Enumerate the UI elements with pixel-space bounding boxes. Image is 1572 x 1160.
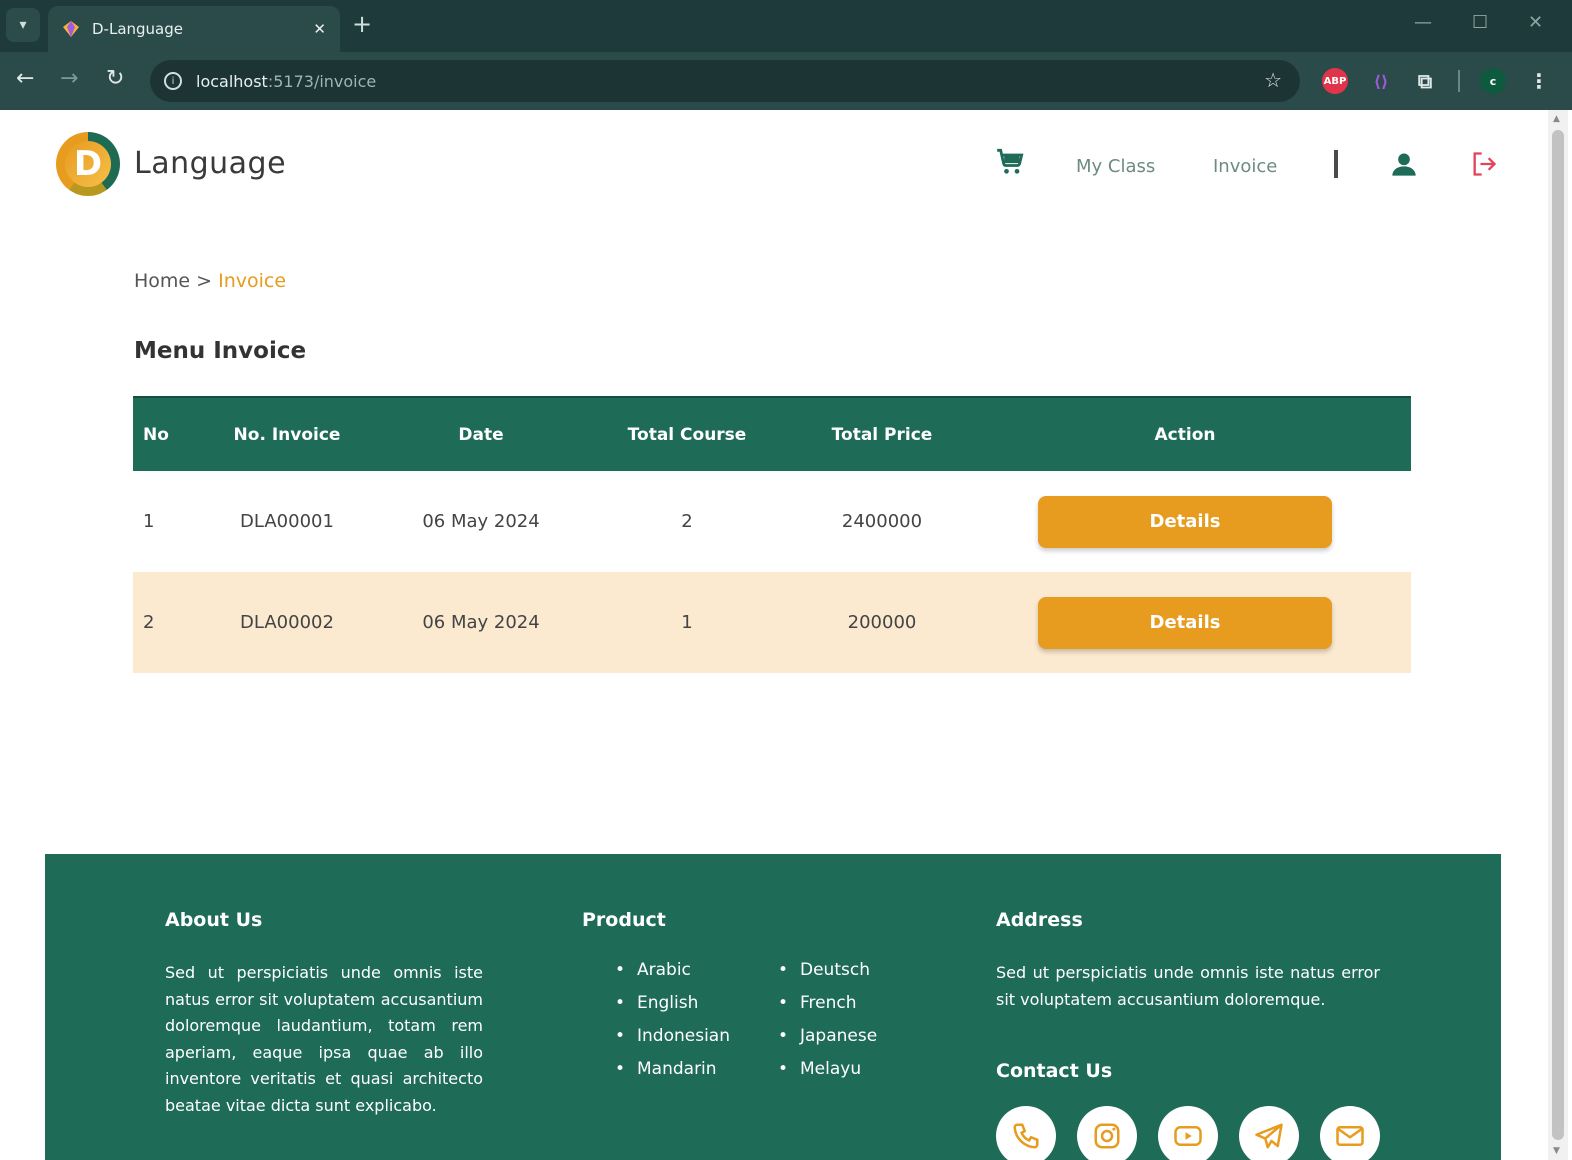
footer-address-title: Address	[996, 909, 1083, 931]
page-viewport: D Language My Class Invoice Home > Invoi…	[0, 110, 1548, 1160]
browser-tab[interactable]: D-Language ✕	[48, 6, 340, 52]
logo-text[interactable]: Language	[134, 146, 286, 181]
product-item[interactable]: Arabic	[615, 954, 730, 987]
breadcrumb-separator: >	[190, 270, 219, 292]
chevron-down-icon: ▾	[19, 17, 27, 33]
phone-icon	[1013, 1123, 1039, 1149]
header-total-course: Total Course	[569, 396, 805, 471]
scroll-up-icon[interactable]: ▲	[1553, 114, 1560, 124]
details-button[interactable]: Details	[1038, 495, 1332, 548]
product-item[interactable]: Indonesian	[615, 1020, 730, 1053]
nav-divider	[1334, 150, 1338, 178]
devtools-extension-icon[interactable]: ⟨⟩	[1368, 68, 1394, 94]
cell-total-course: 1	[569, 572, 805, 673]
cell-action: Details	[959, 572, 1411, 673]
back-arrow-icon[interactable]: ←	[16, 66, 34, 91]
cell-no: 2	[133, 572, 181, 673]
footer-contact-title: Contact Us	[996, 1060, 1113, 1082]
url-path: :5173/invoice	[267, 71, 377, 91]
footer-about-title: About Us	[165, 909, 263, 931]
cell-action: Details	[959, 471, 1411, 572]
product-item[interactable]: Mandarin	[615, 1053, 730, 1086]
site-info-icon[interactable]: i	[164, 72, 182, 90]
reload-icon[interactable]: ↻	[106, 66, 124, 91]
youtube-button[interactable]	[1158, 1106, 1218, 1160]
browser-tab-bar: ▾ D-Language ✕ + — ☐ ✕	[0, 0, 1572, 52]
new-tab-button[interactable]: +	[352, 10, 372, 38]
extensions-puzzle-icon[interactable]: ⧉	[1412, 68, 1438, 94]
profile-avatar[interactable]: c	[1480, 68, 1506, 94]
address-bar[interactable]: i localhost :5173/invoice ☆	[150, 60, 1300, 102]
telegram-icon	[1255, 1123, 1283, 1149]
cell-date: 06 May 2024	[393, 572, 569, 673]
cell-invoice: DLA00002	[181, 572, 393, 673]
close-window-icon[interactable]: ✕	[1528, 12, 1543, 33]
toolbar-divider	[1458, 70, 1460, 92]
footer-product-title: Product	[582, 909, 666, 931]
logout-icon[interactable]	[1470, 150, 1498, 178]
cell-no: 1	[143, 511, 155, 532]
minimize-icon[interactable]: —	[1414, 12, 1432, 33]
cell-date: 06 May 2024	[422, 511, 540, 532]
product-list-left: Arabic English Indonesian Mandarin	[615, 954, 730, 1086]
nav-invoice[interactable]: Invoice	[1213, 156, 1277, 177]
youtube-icon	[1174, 1126, 1202, 1146]
cell-total-course: 2	[681, 511, 693, 532]
product-list-right: Deutsch French Japanese Melayu	[778, 954, 877, 1086]
forward-arrow-icon[interactable]: →	[60, 66, 78, 91]
details-button[interactable]: Details	[1038, 596, 1332, 649]
telegram-button[interactable]	[1239, 1106, 1299, 1160]
cell-total-price: 2400000	[841, 511, 923, 532]
cell-invoice: DLA00001	[240, 511, 334, 532]
browser-toolbar: ← → ↻ i localhost :5173/invoice ☆ ABP ⟨⟩…	[0, 52, 1572, 110]
email-button[interactable]	[1320, 1106, 1380, 1160]
invoice-table: No No. Invoice Date Total Course Total P…	[133, 396, 1411, 673]
table-row: 2 DLA00002 06 May 2024 1 200000 Details	[133, 572, 1411, 673]
cart-icon[interactable]	[996, 148, 1024, 176]
more-menu-icon[interactable]: ⋮	[1526, 68, 1552, 94]
footer-about-text: Sed ut perspiciatis unde omnis iste natu…	[165, 963, 483, 1115]
product-item[interactable]: Deutsch	[778, 954, 877, 987]
logo-letter: D	[65, 141, 111, 187]
cell-total-price: 200000	[805, 572, 959, 673]
table-header-row: No No. Invoice Date Total Course Total P…	[133, 396, 1411, 471]
phone-button[interactable]	[996, 1106, 1056, 1160]
email-icon	[1336, 1126, 1364, 1146]
footer-address-text: Sed ut perspiciatis unde omnis iste natu…	[996, 963, 1380, 1009]
table-row: 1 DLA00001 06 May 2024 2 2400000 Details	[133, 471, 1411, 572]
logo-mark[interactable]: D	[56, 132, 120, 196]
url-host: localhost	[196, 71, 268, 91]
scroll-thumb[interactable]	[1552, 130, 1564, 1140]
tab-close-icon[interactable]: ✕	[313, 20, 326, 38]
maximize-icon[interactable]: ☐	[1472, 12, 1488, 33]
product-item[interactable]: Melayu	[778, 1053, 877, 1086]
instagram-icon	[1094, 1123, 1120, 1149]
header-date: Date	[393, 396, 569, 471]
favicon-icon	[63, 21, 79, 37]
adblock-extension-icon[interactable]: ABP	[1322, 68, 1348, 94]
product-item[interactable]: French	[778, 987, 877, 1020]
product-item[interactable]: Japanese	[778, 1020, 877, 1053]
instagram-button[interactable]	[1077, 1106, 1137, 1160]
product-item[interactable]: English	[615, 987, 730, 1020]
header-action: Action	[959, 396, 1411, 471]
header-total-price: Total Price	[805, 396, 959, 471]
breadcrumb: Home > Invoice	[134, 270, 286, 292]
nav-my-class[interactable]: My Class	[1076, 156, 1155, 177]
bookmark-star-icon[interactable]: ☆	[1264, 68, 1282, 92]
header-no: No	[133, 396, 181, 471]
footer: About Us Sed ut perspiciatis unde omnis …	[45, 854, 1501, 1160]
breadcrumb-home[interactable]: Home	[134, 270, 190, 292]
tab-title: D-Language	[92, 20, 183, 38]
header-invoice: No. Invoice	[181, 396, 393, 471]
tab-search-button[interactable]: ▾	[6, 8, 40, 42]
breadcrumb-current: Invoice	[218, 270, 287, 292]
scroll-down-icon[interactable]: ▼	[1553, 1146, 1560, 1156]
page-title: Menu Invoice	[134, 338, 307, 364]
user-icon[interactable]	[1390, 150, 1418, 178]
page-scrollbar[interactable]: ▲ ▼	[1548, 110, 1568, 1160]
